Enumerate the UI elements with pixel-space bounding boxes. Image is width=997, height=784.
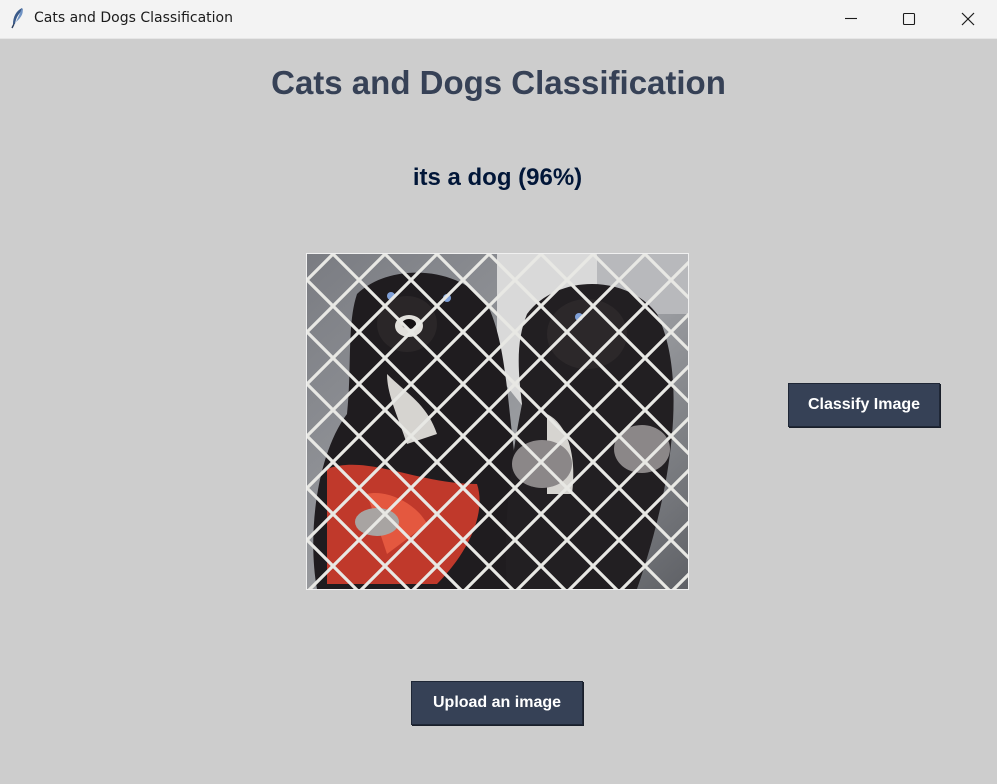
close-icon — [961, 12, 975, 26]
maximize-button[interactable] — [880, 0, 938, 38]
minimize-icon — [845, 17, 857, 20]
classify-image-button[interactable]: Classify Image — [788, 383, 940, 427]
classification-result: its a dog (96%) — [412, 164, 583, 191]
minimize-button[interactable] — [822, 0, 880, 38]
window-title: Cats and Dogs Classification — [34, 10, 233, 26]
page-title: Cats and Dogs Classification — [271, 64, 726, 101]
feather-icon — [8, 7, 28, 29]
close-button[interactable] — [939, 0, 997, 38]
title-bar[interactable]: Cats and Dogs Classification — [0, 0, 997, 39]
app-window: Cats and Dogs Classification Cats and Do… — [0, 0, 997, 784]
maximize-icon — [902, 12, 916, 26]
uploaded-image — [306, 253, 689, 590]
dog-photo — [307, 254, 688, 589]
upload-image-button[interactable]: Upload an image — [411, 681, 583, 725]
